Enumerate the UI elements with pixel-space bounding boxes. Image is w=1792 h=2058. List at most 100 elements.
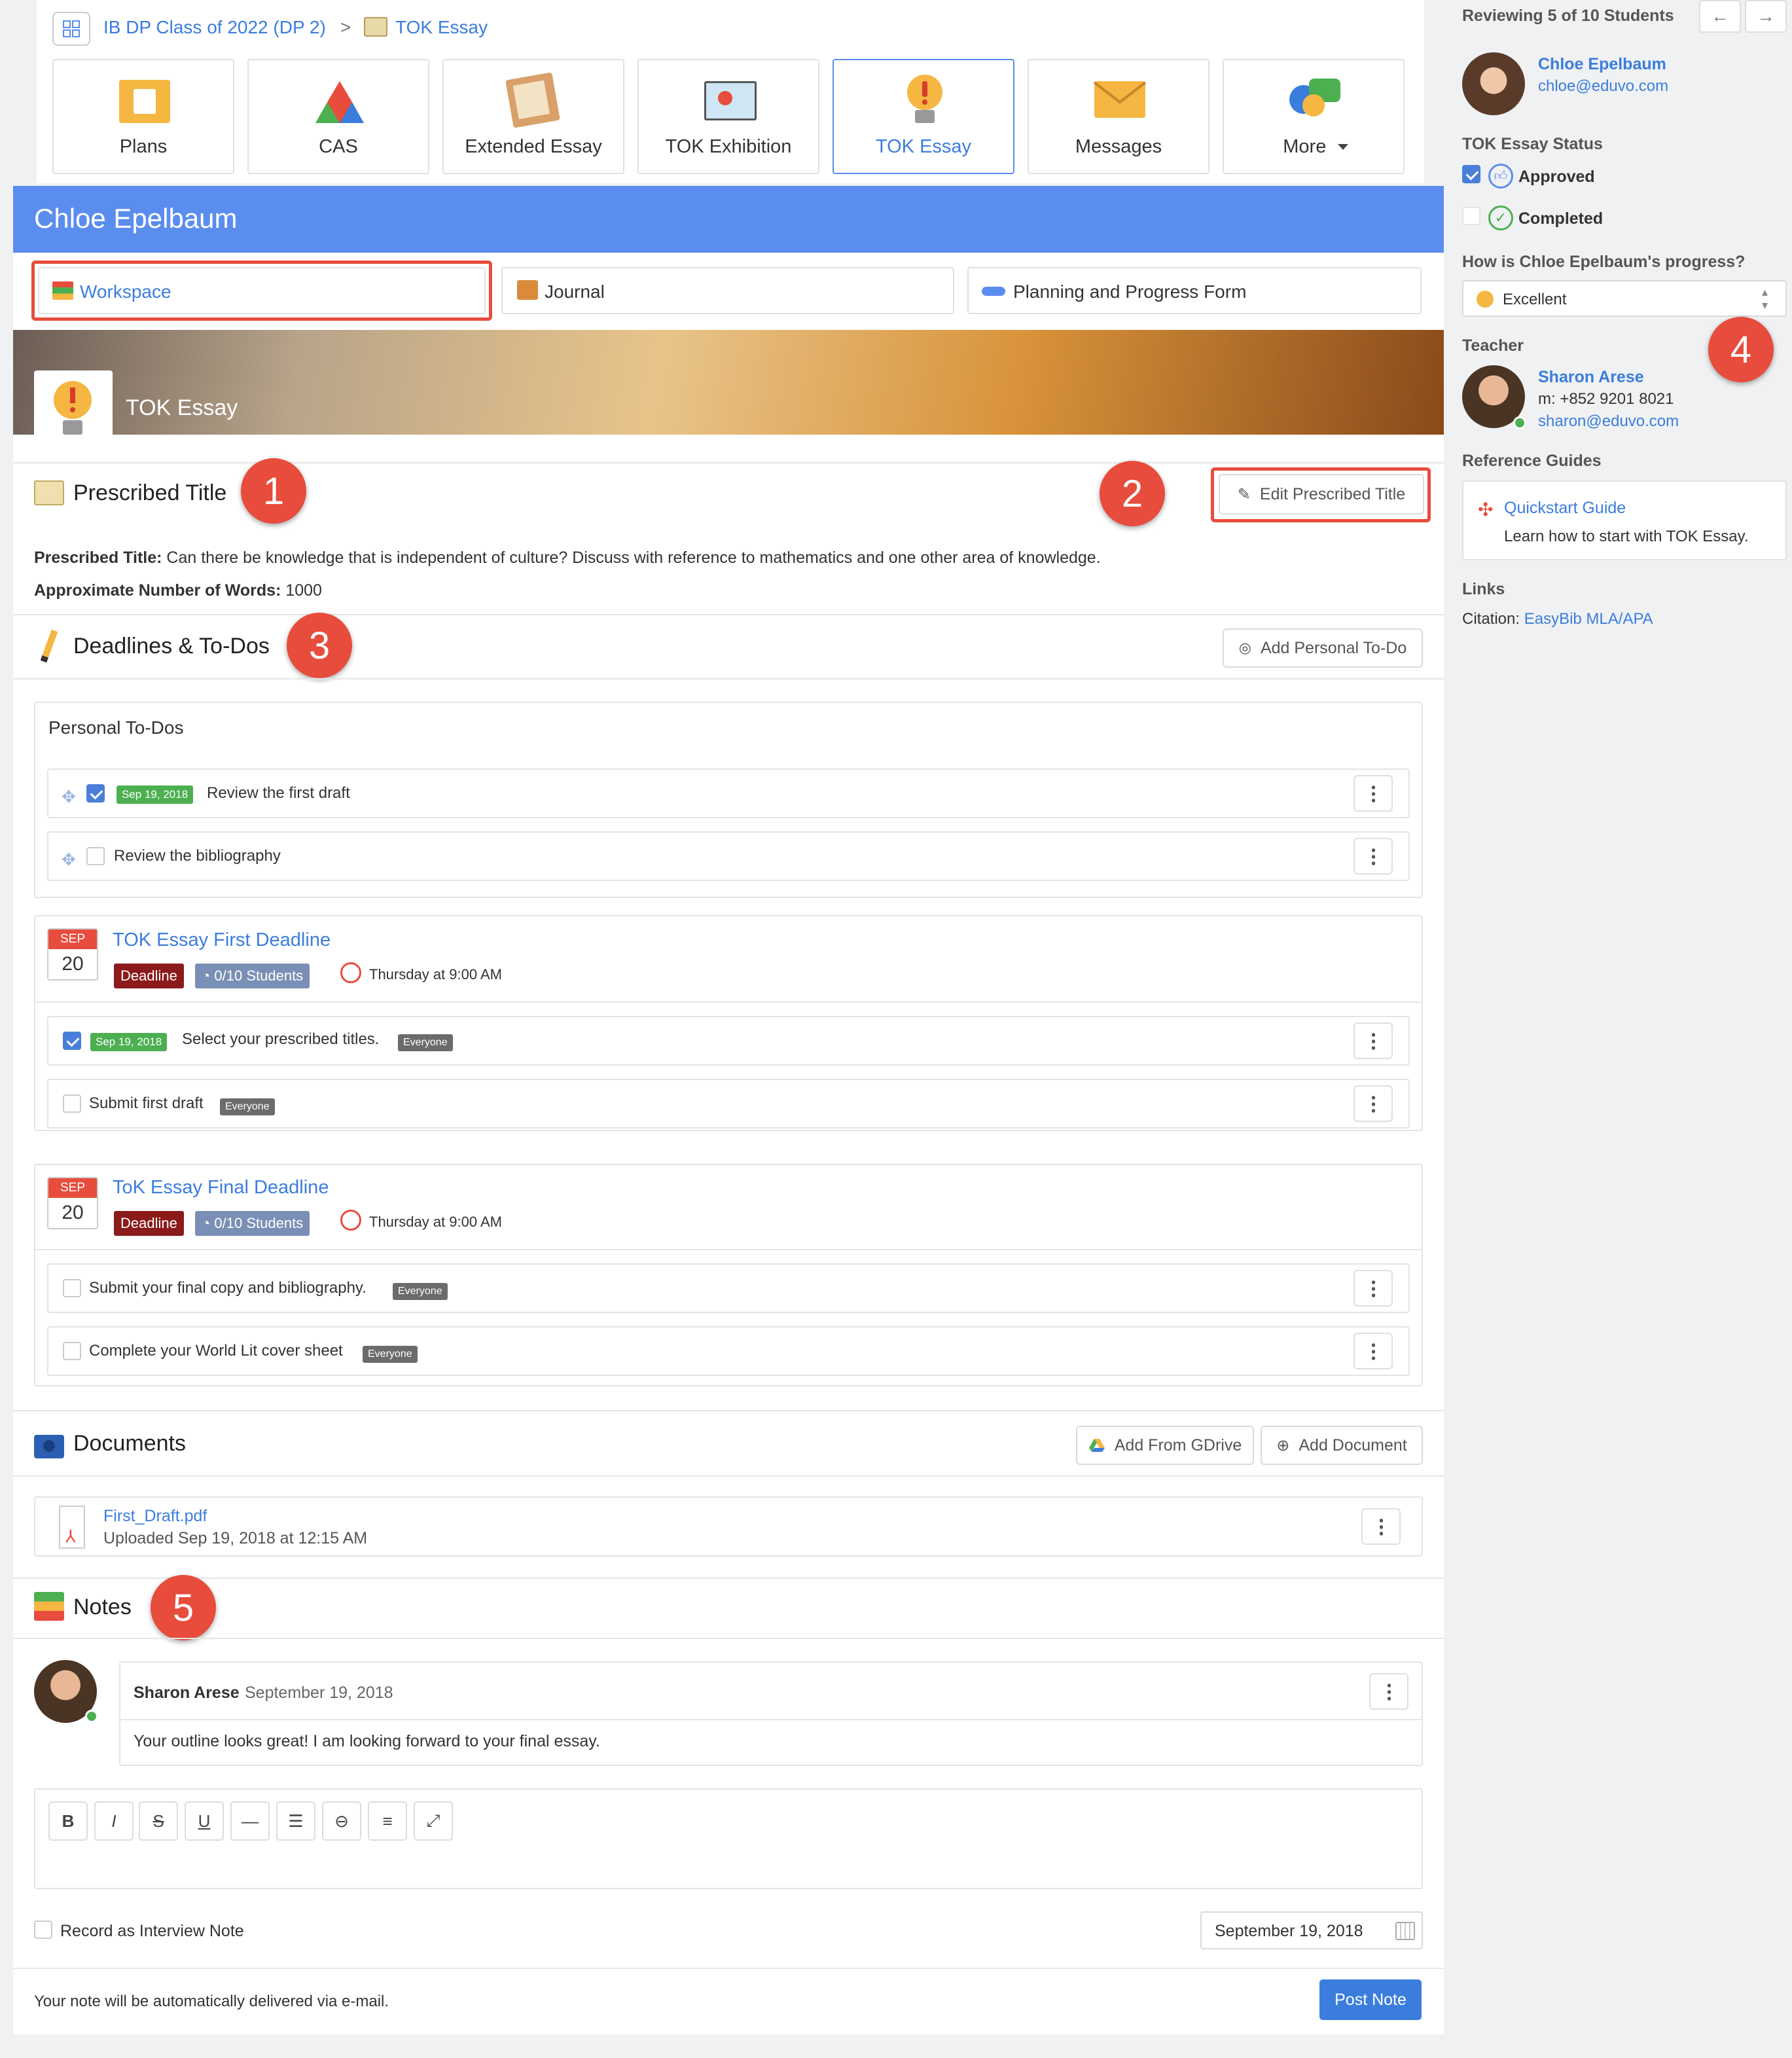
links-label: Links [1462, 580, 1505, 598]
prescribed-icon [34, 480, 64, 505]
tab-cas[interactable]: CAS [247, 59, 429, 174]
journal-icon [517, 280, 538, 300]
citation-link[interactable]: EasyBib MLA/APA [1524, 610, 1653, 628]
prescribed-heading: Prescribed Title [73, 480, 227, 505]
envelope-icon [1093, 81, 1147, 118]
note-date-input[interactable]: September 19, 2018 [1200, 1911, 1423, 1949]
note-author: Sharon Arese [134, 1684, 240, 1702]
add-document-label: Add Document [1299, 1435, 1407, 1454]
callout-3: 3 [287, 613, 352, 678]
row-menu-button[interactable] [1353, 1270, 1393, 1307]
row-menu-button[interactable] [1353, 1022, 1393, 1059]
trophy-icon [1477, 291, 1494, 308]
alarm-clock-icon [340, 962, 361, 983]
underline-button[interactable]: U [185, 1801, 224, 1841]
add-document-button[interactable]: ⊕ Add Document [1261, 1426, 1423, 1465]
gdrive-label: Add From GDrive [1114, 1435, 1242, 1454]
progress-select[interactable]: Excellent ▴ ▾ [1462, 280, 1787, 317]
progress-value: Excellent [1503, 291, 1567, 308]
section-divider [34, 1249, 1423, 1250]
tab-extended-essay[interactable]: Extended Essay [442, 59, 624, 174]
deadline-title[interactable]: ToK Essay Final Deadline [113, 1177, 329, 1199]
todo-checkbox[interactable] [86, 847, 105, 865]
todo-checkbox[interactable] [63, 1342, 81, 1360]
folder-icon [34, 1435, 64, 1458]
calendar-date: SEP 20 [47, 1177, 98, 1229]
plus-circle-icon: ⊕ [1276, 1436, 1290, 1454]
row-menu-button[interactable] [1353, 775, 1393, 812]
row-menu-button[interactable] [1353, 838, 1393, 875]
teacher-label: Teacher [1462, 336, 1524, 355]
teacher-name[interactable]: Sharon Arese [1538, 368, 1644, 387]
document-name[interactable]: First_Draft.pdf [103, 1507, 207, 1526]
guide-card[interactable]: ✣ Quickstart Guide Learn how to start wi… [1462, 480, 1787, 560]
todo-checkbox[interactable] [86, 784, 105, 803]
row-menu-button[interactable] [1353, 1333, 1393, 1369]
tab-tok-essay[interactable]: TOK Essay [833, 59, 1014, 174]
list-icon[interactable]: ☰ [276, 1801, 315, 1841]
tab-label: CAS [319, 136, 358, 157]
approved-checkbox[interactable] [1462, 165, 1480, 183]
tab-plans[interactable]: Plans [52, 59, 234, 174]
note-divider [120, 1719, 1422, 1720]
teacher-phone: m: +852 9201 8021 [1538, 390, 1674, 408]
expand-icon[interactable]: ⤢ [414, 1801, 453, 1841]
teacher-email[interactable]: sharon@eduvo.com [1538, 412, 1679, 431]
drag-handle-icon[interactable]: ✥ [62, 850, 76, 870]
citation-label: Citation: [1462, 610, 1520, 628]
deadline-title[interactable]: TOK Essay First Deadline [113, 930, 331, 951]
arrow-right-icon: → [1757, 6, 1775, 26]
student-header: Chloe Epelbaum [13, 186, 1444, 253]
next-student-button[interactable]: → [1745, 0, 1787, 33]
calendar-month: SEP [48, 1178, 97, 1198]
strikethrough-button[interactable]: S [139, 1801, 178, 1841]
tab-label: More [1283, 136, 1327, 157]
chevron-down-icon [1338, 144, 1348, 150]
sidebar-student-email[interactable]: chloe@eduvo.com [1538, 77, 1668, 96]
drag-handle-icon[interactable]: ✥ [62, 787, 76, 807]
post-note-button[interactable]: Post Note [1319, 1979, 1422, 2020]
note-menu-button[interactable] [1369, 1673, 1408, 1710]
section-divider [13, 1578, 1444, 1579]
tab-tok-exhibition[interactable]: TOK Exhibition [637, 59, 819, 174]
subtab-planning[interactable]: Planning and Progress Form [967, 267, 1422, 314]
subtab-journal[interactable]: Journal [501, 267, 954, 314]
add-personal-todo-button[interactable]: ◎ Add Personal To-Do [1223, 628, 1423, 668]
align-icon[interactable]: ≡ [368, 1801, 407, 1841]
callout-2: 2 [1100, 461, 1165, 526]
students-badge[interactable]: ◔ 0/10 Students [195, 1211, 310, 1236]
completed-checkbox[interactable] [1462, 207, 1480, 225]
todo-text: Submit your final copy and bibliography. [89, 1279, 367, 1297]
apps-grid-icon[interactable] [52, 12, 90, 46]
deadlines-heading: Deadlines & To-Dos [73, 634, 270, 659]
todo-checkbox[interactable] [63, 1279, 81, 1297]
italic-button[interactable]: I [94, 1801, 134, 1841]
everyone-badge: Everyone [220, 1098, 275, 1115]
row-menu-button[interactable] [1353, 1085, 1393, 1122]
prescribed-title-line: Prescribed Title: Can there be knowledge… [34, 549, 1101, 568]
breadcrumb-current[interactable]: TOK Essay [395, 17, 488, 38]
document-menu-button[interactable] [1361, 1508, 1401, 1545]
note-date: September 19, 2018 [245, 1684, 393, 1702]
add-from-gdrive-button[interactable]: Add From GDrive [1076, 1426, 1254, 1465]
sidebar-student-name[interactable]: Chloe Epelbaum [1538, 55, 1666, 74]
tab-messages[interactable]: Messages [1028, 59, 1210, 174]
everyone-badge: Everyone [393, 1283, 448, 1300]
link-icon[interactable]: ⊖ [322, 1801, 361, 1841]
horizontal-rule-button[interactable]: — [230, 1801, 270, 1841]
todo-text: Review the first draft [207, 784, 350, 802]
todo-checkbox[interactable] [63, 1094, 81, 1113]
students-badge[interactable]: ◔ 0/10 Students [195, 964, 310, 988]
calendar-icon[interactable] [1395, 1922, 1415, 1940]
tab-more[interactable]: More [1223, 59, 1405, 174]
todo-checkbox[interactable] [63, 1032, 81, 1050]
guide-title[interactable]: Quickstart Guide [1504, 499, 1626, 518]
section-divider [13, 1638, 1444, 1639]
notes-icon [34, 1592, 64, 1621]
breadcrumb-class[interactable]: IB DP Class of 2022 (DP 2) [103, 17, 326, 38]
callout-box-workspace [31, 261, 492, 321]
prev-student-button[interactable]: ← [1699, 0, 1741, 33]
tab-label: TOK Essay [875, 136, 972, 157]
interview-note-checkbox[interactable] [34, 1921, 52, 1939]
bold-button[interactable]: B [48, 1801, 88, 1841]
